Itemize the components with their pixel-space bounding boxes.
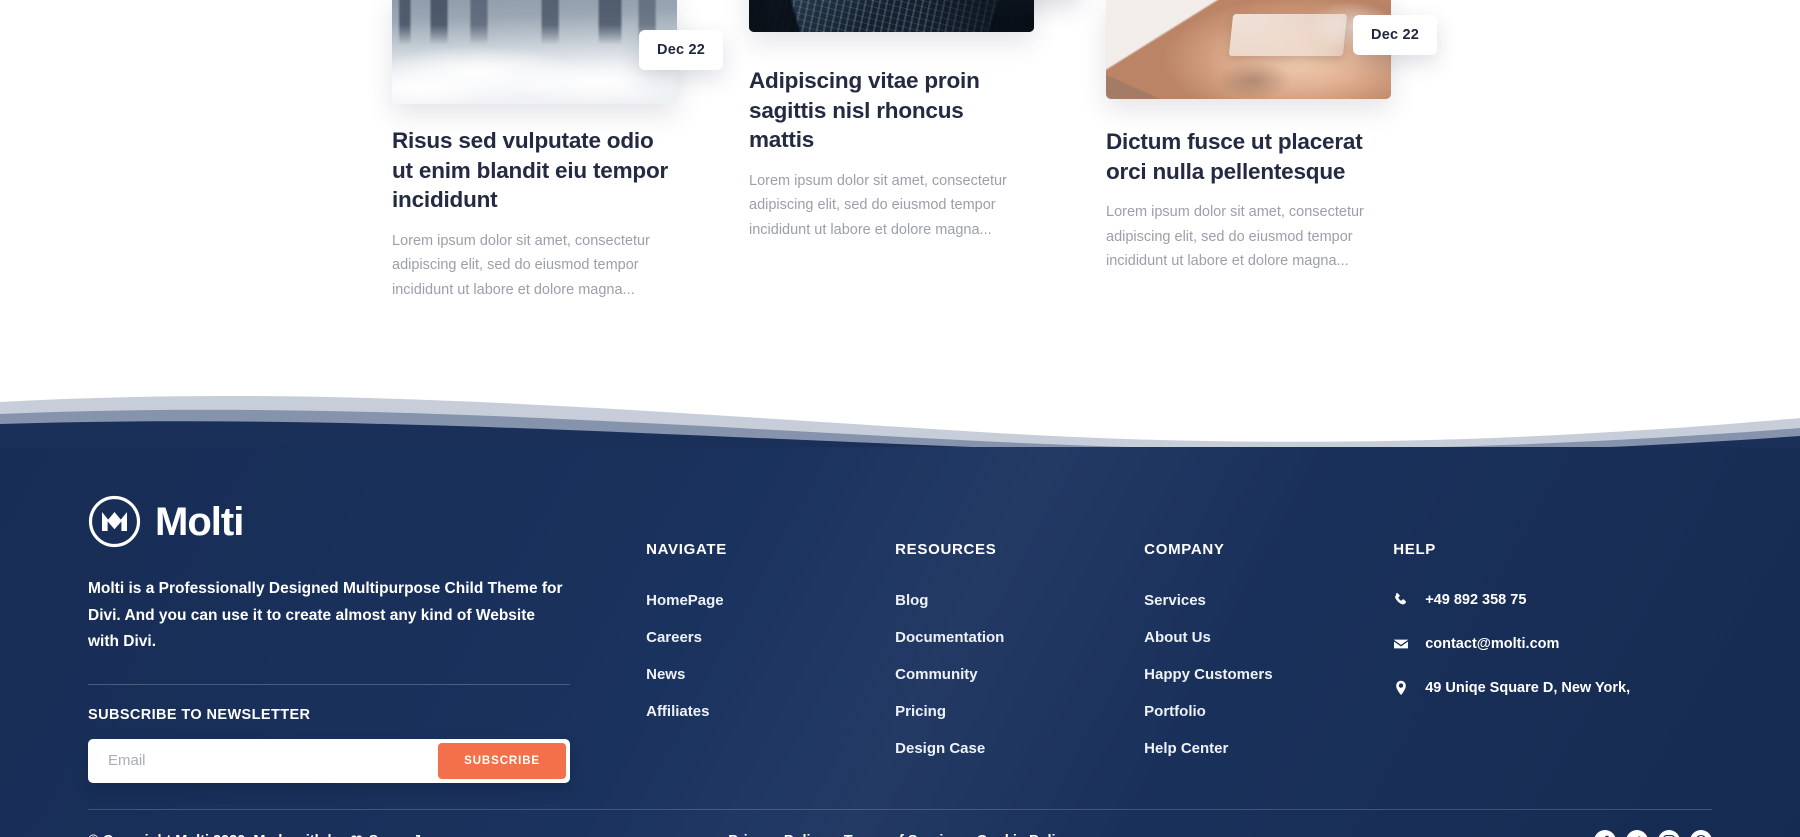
footer-link-list: HomePage Careers News Affiliates (646, 592, 895, 721)
blog-card-image (1106, 0, 1391, 99)
footer-column-heading: RESOURCES (895, 541, 997, 558)
contact-email[interactable]: contact@molti.com (1393, 636, 1712, 652)
list-item: Services (1144, 592, 1393, 610)
list-item: Careers (646, 629, 895, 647)
copyright-suffix: . (421, 833, 425, 837)
footer-brand-column: Molti Molti is a Professionally Designed… (88, 495, 646, 783)
footer-link-documentation[interactable]: Documentation (895, 629, 1004, 646)
footer-brand-divider (88, 683, 570, 685)
footer-link-help-center[interactable]: Help Center (1144, 740, 1228, 757)
contact-phone-text: +49 892 358 75 (1425, 592, 1527, 608)
wave-divider (0, 388, 1800, 448)
list-item: Documentation (895, 629, 1144, 647)
footer-column-heading: HELP (1393, 541, 1437, 558)
list-item: Happy Customers (1144, 666, 1393, 684)
list-item: Portfolio (1144, 703, 1393, 721)
list-item: HomePage (646, 592, 895, 610)
blog-card-title[interactable]: Adipiscing vitae proin sagittis nisl rho… (749, 66, 1034, 155)
list-item: Blog (895, 592, 1144, 610)
legal-separator: • (833, 833, 838, 837)
blog-card-excerpt: Lorem ipsum dolor sit amet, consectetur … (1106, 204, 1364, 270)
footer-link-homepage[interactable]: HomePage (646, 592, 724, 609)
legal-link-cookie-policy[interactable]: Cookie Policy (977, 833, 1072, 837)
list-item: Pricing (895, 703, 1144, 721)
footer-link-design-case[interactable]: Design Case (895, 740, 985, 757)
footer-column-heading: NAVIGATE (646, 541, 727, 558)
copyright-text: © Copyright Molti 2020. Made with by ❤ S… (88, 833, 425, 837)
footer-link-about-us[interactable]: About Us (1144, 629, 1211, 646)
footer-column-company: COMPANY Services About Us Happy Customer… (1144, 495, 1393, 777)
footer-column-navigate: NAVIGATE HomePage Careers News Affiliate… (646, 495, 895, 740)
list-item: Community (895, 666, 1144, 684)
list-item: News (646, 666, 895, 684)
copyright-prefix: © Copyright Molti 2020. Made with by (88, 833, 344, 837)
footer-link-blog[interactable]: Blog (895, 592, 928, 609)
newsletter-email-input[interactable] (88, 742, 439, 779)
blog-card-excerpt: Lorem ipsum dolor sit amet, consectetur … (392, 233, 650, 298)
list-item: About Us (1144, 629, 1393, 647)
footer-link-careers[interactable]: Careers (646, 629, 702, 646)
newsletter-label: SUBSCRIBE TO NEWSLETTER (88, 706, 311, 723)
heart-icon: ❤ (350, 833, 362, 837)
footer-columns: Molti Molti is a Professionally Designed… (0, 495, 1800, 783)
footer-bottom-bar: © Copyright Molti 2020. Made with by ❤ S… (0, 810, 1800, 837)
list-item: Affiliates (646, 703, 895, 721)
list-item: Design Case (895, 740, 1144, 758)
footer-link-happy-customers[interactable]: Happy Customers (1144, 666, 1272, 683)
footer-column-resources: RESOURCES Blog Documentation Community P… (895, 495, 1144, 777)
instagram-icon[interactable] (1658, 829, 1680, 837)
footer-link-pricing[interactable]: Pricing (895, 703, 946, 720)
blog-card[interactable]: Dec 22 Adipiscing vitae proin sagittis n… (749, 0, 1034, 302)
blog-card-date-badge: Dec 22 (639, 30, 723, 70)
footer-logo-text: Molti (155, 499, 244, 544)
blog-card-title[interactable]: Risus sed vulputate odio ut enim blandit… (392, 126, 677, 215)
contact-address-text: 49 Uniqe Square D, New York, (1425, 680, 1631, 696)
legal-separator: • (966, 833, 971, 837)
facebook-icon[interactable] (1594, 829, 1616, 837)
blog-card[interactable]: Dec 22 Dictum fusce ut placerat orci nul… (1106, 0, 1437, 302)
blog-posts-section: Dec 22 Risus sed vulputate odio ut enim … (0, 0, 1800, 390)
legal-link-privacy-policy[interactable]: Privacy Policy (728, 833, 826, 837)
footer-contact-list: +49 892 358 75 contact@molti.com 49 Uniq… (1393, 592, 1712, 696)
footer-column-heading: COMPANY (1144, 541, 1225, 558)
blog-card-media: Dec 22 (392, 0, 723, 104)
blog-cards-row: Dec 22 Risus sed vulputate odio ut enim … (0, 0, 1800, 302)
newsletter-form[interactable]: SUBSCRIBE (88, 738, 570, 783)
footer-link-services[interactable]: Services (1144, 592, 1206, 609)
contact-email-text: contact@molti.com (1425, 636, 1560, 652)
blog-card-title[interactable]: Dictum fusce ut placerat orci nulla pell… (1106, 127, 1391, 186)
footer-column-help: HELP +49 892 358 75 contact@molti.com 49… (1393, 495, 1712, 724)
footer-link-news[interactable]: News (646, 666, 685, 683)
newsletter-subscribe-button[interactable]: SUBSCRIBE (438, 742, 566, 779)
footer-link-list: Services About Us Happy Customers Portfo… (1144, 592, 1393, 758)
footer-link-portfolio[interactable]: Portfolio (1144, 703, 1206, 720)
site-footer: Molti Molti is a Professionally Designed… (0, 447, 1800, 837)
blog-card[interactable]: Dec 22 Risus sed vulputate odio ut enim … (392, 0, 723, 302)
footer-logo[interactable]: Molti (88, 495, 576, 548)
blog-card-excerpt: Lorem ipsum dolor sit amet, consectetur … (749, 173, 1007, 238)
molti-circle-m-logo-icon (88, 495, 141, 548)
blog-card-image (392, 0, 677, 104)
social-links (1594, 829, 1712, 837)
blog-card-media: Dec 22 (749, 0, 1034, 50)
list-item: Help Center (1144, 740, 1393, 758)
envelope-icon (1393, 636, 1409, 652)
blog-card-image (749, 0, 1034, 32)
footer-brand-description: Molti is a Professionally Designed Multi… (88, 580, 563, 651)
blog-card-media: Dec 22 (1106, 0, 1437, 105)
footer-link-list: Blog Documentation Community Pricing Des… (895, 592, 1144, 758)
twitter-icon[interactable] (1626, 829, 1648, 837)
footer-link-affiliates[interactable]: Affiliates (646, 703, 709, 720)
dribbble-icon[interactable] (1690, 829, 1712, 837)
blog-card-date-badge: Dec 22 (1353, 15, 1437, 55)
footer-link-community[interactable]: Community (895, 666, 978, 683)
copyright-author[interactable]: SamarJ (369, 833, 421, 837)
legal-link-terms-of-service[interactable]: Terms of Service (844, 833, 960, 837)
contact-phone[interactable]: +49 892 358 75 (1393, 592, 1712, 608)
contact-address[interactable]: 49 Uniqe Square D, New York, (1393, 680, 1712, 696)
legal-links: Privacy Policy • Terms of Service • Cookie P… (728, 833, 1071, 837)
phone-icon (1393, 592, 1409, 608)
map-pin-icon (1393, 680, 1409, 696)
